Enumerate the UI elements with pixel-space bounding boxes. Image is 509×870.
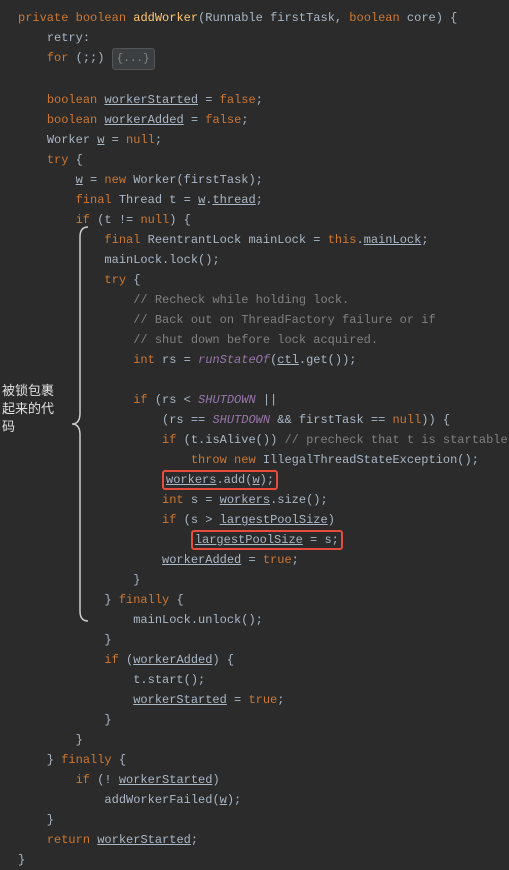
annotation-label: 被锁包裹起来的代码 xyxy=(2,382,58,436)
call-start: start(); xyxy=(148,673,206,687)
kw-final1: final xyxy=(76,193,112,207)
var-workerStarted: workerStarted xyxy=(104,93,198,107)
const-SHUTDOWN1: SHUTDOWN xyxy=(198,393,256,407)
brace-bracket xyxy=(70,225,90,623)
kw-try1: try xyxy=(47,153,69,167)
ref-workerStarted3: workerStarted xyxy=(97,833,191,847)
var-w: w xyxy=(97,133,104,147)
type-Runnable: Runnable xyxy=(205,11,263,25)
kw-false1: false xyxy=(220,93,256,107)
call-unlock: unlock(); xyxy=(198,613,263,627)
kw-if6: if xyxy=(76,773,90,787)
ref-workerAdded2: workerAdded xyxy=(133,653,212,667)
kw-this: this xyxy=(328,233,357,247)
comment-3: // shut down before lock acquired. xyxy=(133,333,378,347)
call-get: get() xyxy=(306,353,342,367)
ref-workerStarted2: workerStarted xyxy=(119,773,213,787)
kw-throw: throw xyxy=(191,453,227,467)
fold-icon[interactable]: {...} xyxy=(112,48,155,70)
call-lock: lock(); xyxy=(169,253,219,267)
kw-return: return xyxy=(47,833,90,847)
kw-boolean4: boolean xyxy=(47,113,97,127)
ref-workerStarted: workerStarted xyxy=(133,693,227,707)
call-addWorkerFailed: addWorkerFailed xyxy=(104,793,212,807)
kw-null3: null xyxy=(392,413,421,427)
call-add: add xyxy=(224,473,246,487)
ref-w: w xyxy=(76,173,83,187)
param-firstTask: firstTask xyxy=(270,11,335,25)
kw-for: for xyxy=(47,51,69,65)
ref-workerAdded: workerAdded xyxy=(162,553,241,567)
label-retry: retry: xyxy=(47,31,90,45)
field-mainLock: mainLock xyxy=(364,233,422,247)
kw-true1: true xyxy=(263,553,292,567)
ref-largestPoolSize: largestPoolSize xyxy=(220,513,328,527)
kw-new2: new xyxy=(234,453,256,467)
kw-true2: true xyxy=(248,693,277,707)
call-isAlive: isAlive() xyxy=(205,433,270,447)
ref-largestPoolSize2: largestPoolSize xyxy=(195,533,303,547)
type-Thread: Thread xyxy=(119,193,162,207)
kw-boolean2: boolean xyxy=(349,11,399,25)
kw-if3: if xyxy=(162,433,176,447)
kw-new1: new xyxy=(104,173,126,187)
kw-null2: null xyxy=(140,213,169,227)
call-size: size(); xyxy=(277,493,327,507)
ctor-IllegalThreadStateException: IllegalThreadStateException(); xyxy=(263,453,479,467)
ref-w4: w xyxy=(220,793,227,807)
ref-ctl: ctl xyxy=(277,353,299,367)
kw-if4: if xyxy=(162,513,176,527)
type-ReentrantLock: ReentrantLock xyxy=(148,233,242,247)
kw-if5: if xyxy=(104,653,118,667)
kw-if2: if xyxy=(133,393,147,407)
fn-addWorker: addWorker xyxy=(133,11,198,25)
kw-false2: false xyxy=(205,113,241,127)
type-Worker: Worker xyxy=(47,133,90,147)
ref-workers2: workers xyxy=(220,493,270,507)
kw-int1: int xyxy=(133,353,155,367)
comment-1: // Recheck while holding lock. xyxy=(133,293,349,307)
param-core: core xyxy=(407,11,436,25)
field-thread: thread xyxy=(212,193,255,207)
ref-w2: w xyxy=(198,193,205,207)
kw-boolean: boolean xyxy=(76,11,126,25)
const-SHUTDOWN2: SHUTDOWN xyxy=(212,413,270,427)
kw-finally1: finally xyxy=(119,593,169,607)
highlight-largestPoolSize: largestPoolSize = s; xyxy=(191,530,343,550)
ctor-Worker: Worker xyxy=(133,173,176,187)
kw-private: private xyxy=(18,11,68,25)
var-workerAdded: workerAdded xyxy=(104,113,183,127)
for-head: (;;) xyxy=(76,51,105,65)
kw-final2: final xyxy=(104,233,140,247)
var-mainLock: mainLock xyxy=(248,233,306,247)
kw-try2: try xyxy=(104,273,126,287)
kw-null1: null xyxy=(126,133,155,147)
kw-int2: int xyxy=(162,493,184,507)
kw-boolean3: boolean xyxy=(47,93,97,107)
arg-firstTask: firstTask xyxy=(184,173,249,187)
kw-finally2: finally xyxy=(61,753,111,767)
comment-2: // Back out on ThreadFactory failure or … xyxy=(133,313,435,327)
comment-4: // precheck that t is startable xyxy=(284,433,507,447)
call-runStateOf: runStateOf xyxy=(198,353,270,367)
ref-w3: w xyxy=(252,473,259,487)
ref-workers: workers xyxy=(166,473,216,487)
highlight-workers-add: workers.add(w); xyxy=(162,470,278,490)
